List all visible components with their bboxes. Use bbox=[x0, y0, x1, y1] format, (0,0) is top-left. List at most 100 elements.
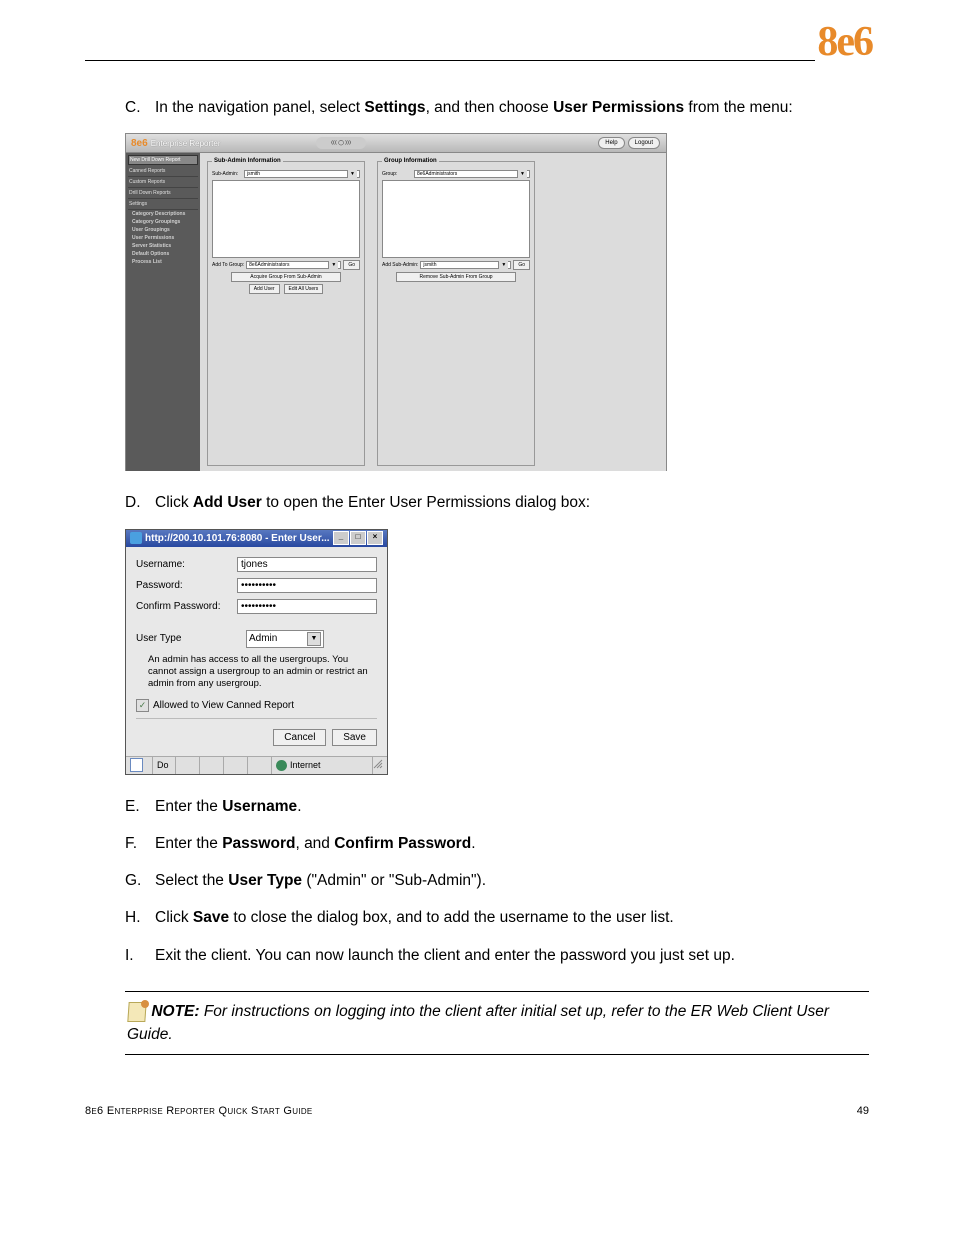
dialog-title: http://200.10.101.76:8080 - Enter User..… bbox=[145, 533, 330, 544]
text: Enter the bbox=[155, 835, 222, 852]
center-tab-icon: ⟨⟨⟨ ◯ ⟩⟩⟩ bbox=[316, 137, 366, 149]
screenshot-enter-user-dialog: http://200.10.101.76:8080 - Enter User..… bbox=[125, 529, 388, 775]
status-internet: Internet bbox=[290, 760, 321, 770]
page-footer: 8e6 Enterprise Reporter Quick Start Guid… bbox=[85, 1105, 869, 1117]
sidebar-sub[interactable]: User Groupings bbox=[128, 226, 198, 234]
step-letter: I. bbox=[125, 944, 155, 967]
text: . bbox=[297, 798, 301, 815]
user-type-description: An admin has access to all the usergroup… bbox=[148, 654, 377, 691]
sidebar-item[interactable]: Canned Reports bbox=[128, 166, 198, 177]
chevron-down-icon: ▼ bbox=[307, 632, 321, 646]
user-type-label: User Type bbox=[136, 633, 246, 644]
allowed-canned-checkbox[interactable]: ✓ bbox=[136, 699, 149, 712]
remove-sub-admin-button[interactable]: Remove Sub-Admin From Group bbox=[396, 272, 516, 282]
select-value: 8e6Administrators bbox=[417, 171, 457, 177]
step-c: C. In the navigation panel, select Setti… bbox=[125, 96, 869, 119]
chevron-down-icon: ▼ bbox=[328, 261, 338, 269]
sidebar-item[interactable]: Custom Reports bbox=[128, 177, 198, 188]
step-letter: C. bbox=[125, 96, 155, 119]
chevron-down-icon: ▼ bbox=[498, 261, 508, 269]
sidebar-header[interactable]: New Drill Down Report bbox=[128, 155, 198, 165]
password-label: Password: bbox=[136, 580, 237, 591]
add-to-group-select[interactable]: 8e6Administrators ▼ bbox=[246, 261, 341, 269]
step-g: G. Select the User Type ("Admin" or "Sub… bbox=[125, 869, 869, 892]
close-icon[interactable]: × bbox=[367, 531, 383, 545]
screenshot-enterprise-reporter: 8e6 Enterprise Reporter ⟨⟨⟨ ◯ ⟩⟩⟩ Help L… bbox=[125, 133, 667, 471]
text: , and then choose bbox=[426, 99, 554, 116]
add-user-button[interactable]: Add User bbox=[249, 284, 280, 294]
allowed-canned-label: Allowed to View Canned Report bbox=[153, 700, 294, 711]
help-button[interactable]: Help bbox=[598, 137, 624, 149]
note-icon bbox=[127, 1002, 147, 1022]
text: from the menu: bbox=[684, 99, 793, 116]
sub-admin-select[interactable]: jsmith ▼ bbox=[244, 170, 360, 178]
confirm-password-label: Confirm Password: bbox=[136, 601, 237, 612]
select-value: 8e6Administrators bbox=[249, 262, 289, 268]
maximize-icon[interactable]: □ bbox=[350, 531, 366, 545]
edit-all-users-button[interactable]: Edit All Users bbox=[284, 284, 324, 294]
resize-grip-icon[interactable] bbox=[373, 759, 387, 771]
internet-icon bbox=[276, 760, 287, 771]
bold: Save bbox=[193, 909, 229, 926]
status-done: Do bbox=[153, 757, 176, 774]
step-letter: G. bbox=[125, 869, 155, 892]
dialog-titlebar: http://200.10.101.76:8080 - Enter User..… bbox=[126, 530, 387, 547]
text: to open the Enter User Permissions dialo… bbox=[262, 494, 590, 511]
step-letter: H. bbox=[125, 906, 155, 929]
group-listbox[interactable] bbox=[382, 180, 530, 258]
sidebar-sub[interactable]: Category Groupings bbox=[128, 218, 198, 226]
select-value: Admin bbox=[249, 633, 277, 644]
sidebar-sub[interactable]: Server Statistics bbox=[128, 242, 198, 250]
bold: Settings bbox=[364, 99, 425, 116]
bold: Password bbox=[222, 835, 295, 852]
sidebar-sub[interactable]: Category Descriptions bbox=[128, 210, 198, 218]
select-value: jsmith bbox=[423, 262, 436, 268]
text: In the navigation panel, select bbox=[155, 99, 364, 116]
page-number: 49 bbox=[857, 1105, 869, 1117]
step-i: I. Exit the client. You can now launch t… bbox=[125, 944, 869, 967]
password-input[interactable] bbox=[237, 578, 377, 593]
sidebar: New Drill Down Report Canned Reports Cus… bbox=[126, 153, 200, 471]
text: Click bbox=[155, 909, 193, 926]
confirm-password-input[interactable] bbox=[237, 599, 377, 614]
step-d: D. Click Add User to open the Enter User… bbox=[125, 491, 869, 514]
sidebar-item[interactable]: Drill Down Reports bbox=[128, 188, 198, 199]
minimize-icon[interactable]: _ bbox=[333, 531, 349, 545]
legend: Sub-Admin Information bbox=[212, 158, 283, 164]
divider bbox=[136, 718, 377, 719]
sidebar-item-settings[interactable]: Settings bbox=[128, 199, 198, 210]
group-label: Group: bbox=[382, 171, 412, 177]
step-letter: F. bbox=[125, 832, 155, 855]
cancel-button[interactable]: Cancel bbox=[273, 729, 326, 746]
acquire-group-button[interactable]: Acquire Group From Sub-Admin bbox=[231, 272, 341, 282]
text: ("Admin" or "Sub-Admin"). bbox=[302, 872, 486, 889]
sidebar-sub[interactable]: Process List bbox=[128, 258, 198, 266]
logout-button[interactable]: Logout bbox=[628, 137, 660, 149]
text: Enter the bbox=[155, 798, 222, 815]
note-box: NOTE: For instructions on logging into t… bbox=[125, 991, 869, 1056]
bold: Add User bbox=[193, 494, 262, 511]
go-button[interactable]: Go bbox=[513, 260, 530, 270]
note-text: For instructions on logging into the cli… bbox=[127, 1003, 829, 1043]
app-titlebar: 8e6 Enterprise Reporter ⟨⟨⟨ ◯ ⟩⟩⟩ Help L… bbox=[126, 134, 666, 153]
app-brand: 8e6 bbox=[131, 138, 148, 149]
save-button[interactable]: Save bbox=[332, 729, 377, 746]
footer-title: 8e6 Enterprise Reporter Quick Start Guid… bbox=[85, 1105, 313, 1117]
text: , and bbox=[295, 835, 334, 852]
text: Exit the client. You can now launch the … bbox=[155, 944, 869, 967]
sidebar-sub[interactable]: Default Options bbox=[128, 250, 198, 258]
status-bar: Do Internet bbox=[126, 756, 387, 774]
go-button[interactable]: Go bbox=[343, 260, 360, 270]
sub-admin-listbox[interactable] bbox=[212, 180, 360, 258]
username-input[interactable] bbox=[237, 557, 377, 572]
add-sub-admin-select[interactable]: jsmith ▼ bbox=[420, 261, 511, 269]
user-type-select[interactable]: Admin ▼ bbox=[246, 630, 324, 648]
group-select[interactable]: 8e6Administrators ▼ bbox=[414, 170, 530, 178]
note-label: NOTE: bbox=[151, 1003, 199, 1020]
chevron-down-icon: ▼ bbox=[517, 170, 527, 178]
add-to-group-label: Add To Group: bbox=[212, 262, 244, 268]
sidebar-sub-user-permissions[interactable]: User Permissions bbox=[128, 234, 198, 242]
step-f: F. Enter the Password, and Confirm Passw… bbox=[125, 832, 869, 855]
brand-logo: 8e6 bbox=[815, 18, 874, 66]
sub-admin-label: Sub-Admin: bbox=[212, 171, 242, 177]
